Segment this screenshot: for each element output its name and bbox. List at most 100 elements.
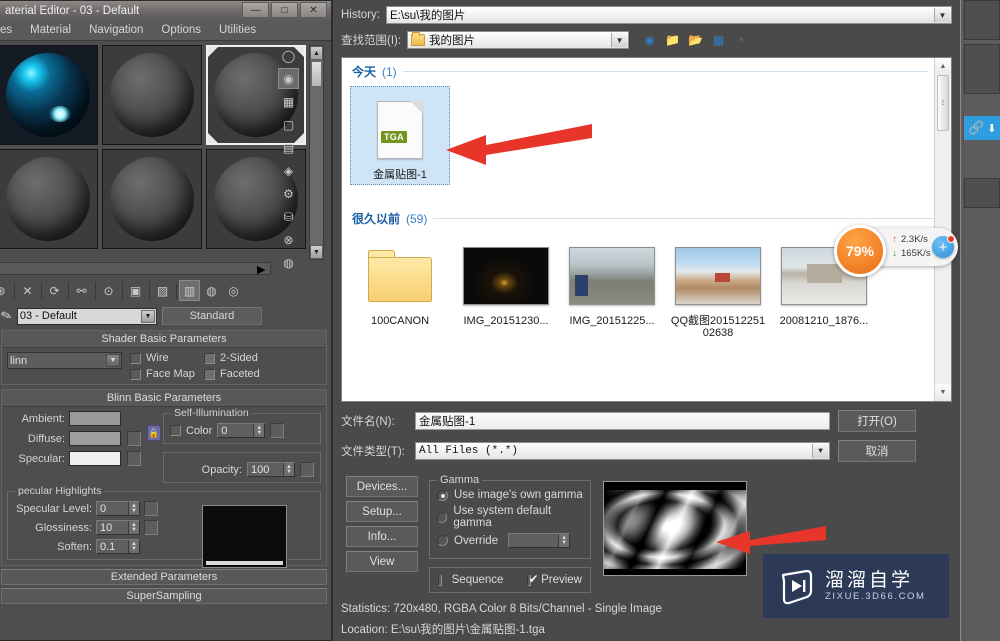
blinn-rollout-header[interactable]: Blinn Basic Parameters bbox=[2, 390, 326, 407]
checkbox-icon[interactable] bbox=[130, 352, 141, 364]
filetype-dropdown[interactable]: All Files (*.*) ▼ bbox=[415, 442, 830, 460]
specular-level-spinner[interactable]: 0 ▲ ▼ bbox=[96, 501, 140, 516]
browser-extension-badge[interactable]: 🔗 ⬇ bbox=[964, 116, 1000, 140]
download-progress-circle[interactable]: 79% bbox=[834, 225, 886, 277]
checkbox-icon[interactable] bbox=[204, 368, 215, 380]
menu-item-material[interactable]: Material bbox=[21, 24, 80, 36]
radio-icon[interactable] bbox=[437, 535, 448, 546]
scroll-down-icon[interactable]: ▼ bbox=[935, 384, 951, 401]
sequence-checkbox[interactable] bbox=[438, 574, 442, 586]
menu-item-es[interactable]: es bbox=[0, 24, 21, 36]
sample-slot-1[interactable] bbox=[0, 45, 98, 145]
show-map-in-viewport-icon[interactable]: ▥ bbox=[179, 280, 200, 301]
scrollbar-track[interactable] bbox=[310, 88, 323, 245]
video-color-check-icon[interactable]: ▤ bbox=[278, 137, 299, 158]
make-unique-icon[interactable]: ⊙ bbox=[98, 280, 119, 301]
backlight-icon[interactable]: ◉ bbox=[278, 68, 299, 89]
spinner-arrows-icon[interactable]: ▲ ▼ bbox=[253, 424, 265, 437]
spinner-arrows-icon[interactable]: ▲ ▼ bbox=[558, 534, 570, 547]
devices-button[interactable]: Devices... bbox=[346, 476, 418, 497]
material-map-navigator-icon[interactable]: ◍ bbox=[278, 252, 299, 273]
chevron-down-icon[interactable]: ▼ bbox=[106, 354, 120, 367]
preview-checkbox[interactable] bbox=[527, 572, 538, 586]
material-id-channel-icon[interactable]: ⊗ bbox=[278, 229, 299, 250]
history-dropdown[interactable]: E:\su\我的图片 ▼ bbox=[385, 6, 952, 24]
image-tile[interactable]: IMG_20151225... bbox=[562, 233, 662, 342]
folder-tile[interactable]: 100CANON bbox=[350, 233, 450, 342]
sample-slot-2[interactable] bbox=[102, 45, 202, 145]
diffuse-map-button[interactable] bbox=[127, 431, 141, 446]
extended-parameters-rollout[interactable]: Extended Parameters bbox=[1, 569, 327, 585]
checkbox-icon[interactable] bbox=[130, 368, 141, 380]
image-tile[interactable]: IMG_20151230... bbox=[456, 233, 556, 342]
show-end-result-icon[interactable]: ◍ bbox=[201, 280, 222, 301]
chevron-down-icon[interactable]: ▼ bbox=[611, 33, 628, 47]
menu-item-utilities[interactable]: Utilities bbox=[210, 24, 265, 36]
close-icon[interactable]: ✕ bbox=[300, 2, 327, 18]
chevron-down-icon[interactable]: ▼ bbox=[140, 309, 155, 323]
spinner-arrows-icon[interactable]: ▲ ▼ bbox=[128, 540, 139, 553]
sample-uv-tiling-icon[interactable]: ▢ bbox=[278, 114, 299, 135]
spinner-arrows-icon[interactable]: ▲ ▼ bbox=[128, 502, 139, 515]
lock-icon[interactable]: 🔒 bbox=[147, 425, 161, 441]
specular-level-map-button[interactable] bbox=[144, 501, 158, 516]
look-in-dropdown[interactable]: 我的图片 ▼ bbox=[407, 31, 630, 49]
up-one-level-icon[interactable]: 📁 bbox=[664, 32, 681, 49]
scrollbar-thumb[interactable] bbox=[937, 75, 949, 131]
view-button[interactable]: View bbox=[346, 551, 418, 572]
background-icon[interactable]: ▦ bbox=[278, 91, 299, 112]
sample-slot-4[interactable] bbox=[0, 149, 98, 249]
image-tile[interactable]: QQ截图20151225102638 bbox=[668, 233, 768, 342]
checkbox-face-map[interactable]: Face Map bbox=[130, 368, 198, 380]
info-button[interactable]: Info... bbox=[346, 526, 418, 547]
scrollbar-thumb[interactable] bbox=[311, 61, 322, 87]
put-to-scene-icon[interactable]: ⊛ bbox=[0, 280, 11, 301]
menu-item-navigation[interactable]: Navigation bbox=[80, 24, 152, 36]
link-chain-icon[interactable]: 🔗 bbox=[968, 120, 984, 136]
shader-rollout-header[interactable]: Shader Basic Parameters bbox=[2, 331, 326, 348]
specular-color-swatch[interactable] bbox=[69, 451, 121, 466]
scroll-down-icon[interactable]: ▼ bbox=[310, 245, 323, 259]
slots-horizontal-scrollbar[interactable]: ▶ bbox=[0, 262, 271, 276]
group-header-today[interactable]: 今天 (1) ▲ bbox=[342, 58, 951, 80]
checkbox-wire[interactable]: Wire bbox=[130, 352, 198, 364]
eyedropper-icon[interactable]: ✎ bbox=[0, 307, 14, 326]
checkbox-icon[interactable] bbox=[204, 352, 215, 364]
select-by-material-icon[interactable]: ⛁ bbox=[278, 206, 299, 227]
material-type-button[interactable]: Standard bbox=[161, 307, 262, 325]
glossiness-map-button[interactable] bbox=[144, 520, 158, 535]
radio-use-system-gamma[interactable]: Use system default gamma bbox=[437, 505, 583, 529]
radio-use-image-gamma[interactable]: Use image's own gamma bbox=[437, 489, 583, 501]
views-icon[interactable]: ▦ bbox=[710, 32, 727, 49]
group-header-long-ago[interactable]: 很久以前 (59) bbox=[342, 205, 951, 227]
checkbox-faceted[interactable]: Faceted bbox=[204, 368, 276, 380]
menu-item-options[interactable]: Options bbox=[152, 24, 210, 36]
chevron-down-icon[interactable]: ▼ bbox=[934, 8, 950, 22]
download-arrow-icon[interactable]: ⬇ bbox=[987, 122, 996, 135]
scroll-right-icon[interactable]: ▶ bbox=[257, 263, 270, 276]
spinner-arrows-icon[interactable]: ▲ ▼ bbox=[283, 463, 294, 476]
radio-override-gamma[interactable]: Override ▲ ▼ bbox=[437, 533, 583, 548]
file-tile-selected[interactable]: TGA 金属贴图-1 bbox=[350, 86, 450, 185]
scroll-up-icon[interactable]: ▲ bbox=[935, 58, 951, 75]
minimize-icon[interactable]: — bbox=[242, 2, 269, 18]
opacity-map-button[interactable] bbox=[300, 462, 314, 477]
material-effects-icon[interactable]: ▨ bbox=[152, 280, 173, 301]
cancel-button[interactable]: 取消 bbox=[838, 440, 916, 462]
make-preview-icon[interactable]: ◈ bbox=[278, 160, 299, 181]
add-task-button[interactable]: + bbox=[932, 235, 955, 258]
gamma-override-spinner[interactable]: ▲ ▼ bbox=[508, 533, 571, 548]
self-illum-color-checkbox[interactable] bbox=[170, 425, 181, 436]
supersampling-rollout[interactable]: SuperSampling bbox=[1, 588, 327, 604]
glossiness-spinner[interactable]: 10 ▲ ▼ bbox=[96, 520, 140, 535]
maximize-icon[interactable]: □ bbox=[271, 2, 298, 18]
self-illum-spinner[interactable]: 0 ▲ ▼ bbox=[217, 423, 266, 438]
chevron-down-icon[interactable]: ▼ bbox=[812, 444, 828, 458]
shader-type-dropdown[interactable]: linn ▼ bbox=[7, 352, 122, 369]
radio-icon[interactable] bbox=[437, 511, 448, 523]
checkbox-2-sided[interactable]: 2-Sided bbox=[204, 352, 276, 364]
self-illum-map-button[interactable] bbox=[270, 423, 285, 438]
scroll-up-icon[interactable]: ▲ bbox=[310, 46, 323, 60]
download-manager-widget[interactable]: 79% ↑ 2.3K/s ↓ 165K/s + bbox=[834, 225, 958, 277]
open-button[interactable]: 打开(O) bbox=[838, 410, 916, 432]
